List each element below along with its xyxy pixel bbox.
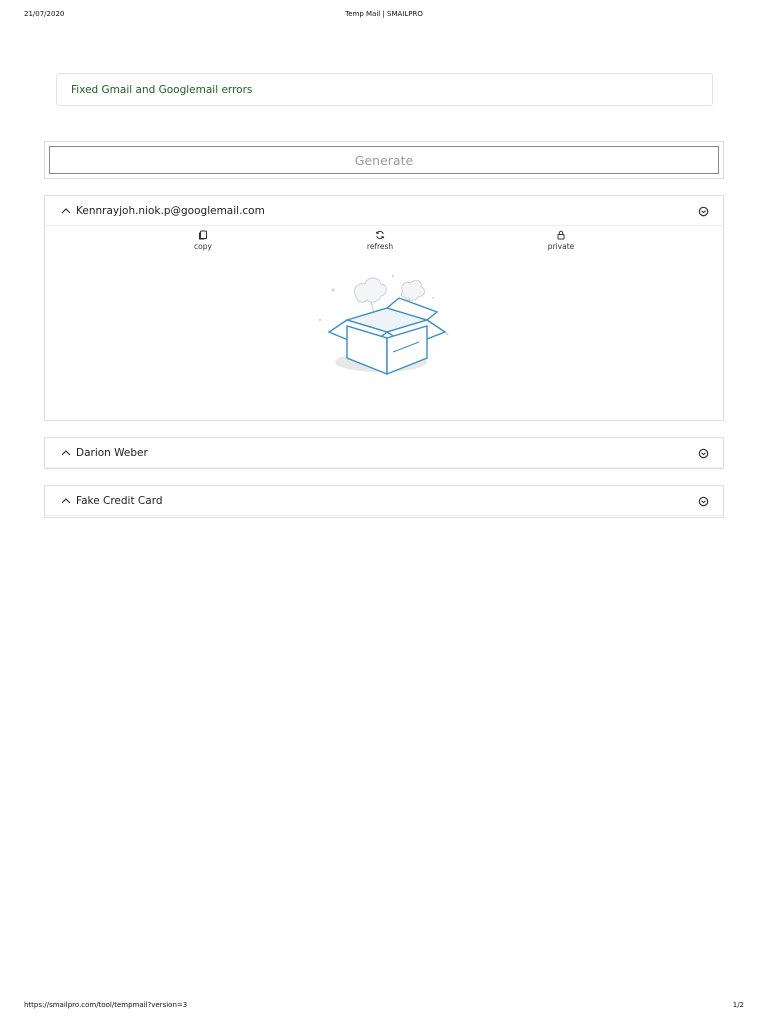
expand-circle-icon[interactable]: [698, 496, 709, 507]
chevron-up-icon[interactable]: [60, 205, 72, 217]
fake-name: Darion Weber: [76, 446, 148, 459]
refresh-label: refresh: [366, 242, 394, 251]
generate-button[interactable]: Generate: [49, 146, 719, 174]
print-footer: https://smailpro.com/tool/tempmail?versi…: [0, 1001, 768, 1013]
generate-container: Generate: [44, 141, 724, 179]
print-page-number: 1/2: [732, 1001, 744, 1009]
name-panel: Darion Weber: [44, 437, 724, 469]
copy-label: copy: [194, 242, 212, 251]
refresh-button[interactable]: refresh: [350, 230, 410, 251]
expand-circle-icon[interactable]: [698, 206, 709, 217]
expand-circle-icon[interactable]: [698, 448, 709, 459]
refresh-icon: [375, 230, 385, 240]
email-panel: Kennrayjoh.niok.p@googlemail.com copy re…: [44, 195, 724, 421]
copy-button[interactable]: copy: [173, 230, 233, 251]
notice-text: Fixed Gmail and Googlemail errors: [71, 83, 253, 96]
copy-icon: [199, 230, 207, 240]
print-header: 21/07/2020 Temp Mail | SMAILPRO: [0, 10, 768, 22]
private-label: private: [547, 242, 575, 251]
print-url: https://smailpro.com/tool/tempmail?versi…: [24, 1001, 188, 1009]
notice-banner: Fixed Gmail and Googlemail errors: [56, 73, 713, 106]
chevron-up-icon[interactable]: [60, 447, 72, 459]
chevron-up-icon[interactable]: [60, 495, 72, 507]
credit-card-panel: Fake Credit Card: [44, 485, 724, 518]
email-panel-header[interactable]: Kennrayjoh.niok.p@googlemail.com: [45, 196, 723, 226]
print-page-title: Temp Mail | SMAILPRO: [345, 10, 423, 18]
empty-box-illustration: [318, 274, 449, 376]
credit-card-panel-header[interactable]: Fake Credit Card: [45, 486, 723, 516]
lock-icon: [557, 230, 565, 240]
email-actions: copy refresh private: [45, 226, 723, 262]
private-button[interactable]: private: [531, 230, 591, 251]
credit-card-title: Fake Credit Card: [76, 494, 163, 507]
name-panel-header[interactable]: Darion Weber: [45, 438, 723, 468]
email-address: Kennrayjoh.niok.p@googlemail.com: [76, 204, 265, 217]
